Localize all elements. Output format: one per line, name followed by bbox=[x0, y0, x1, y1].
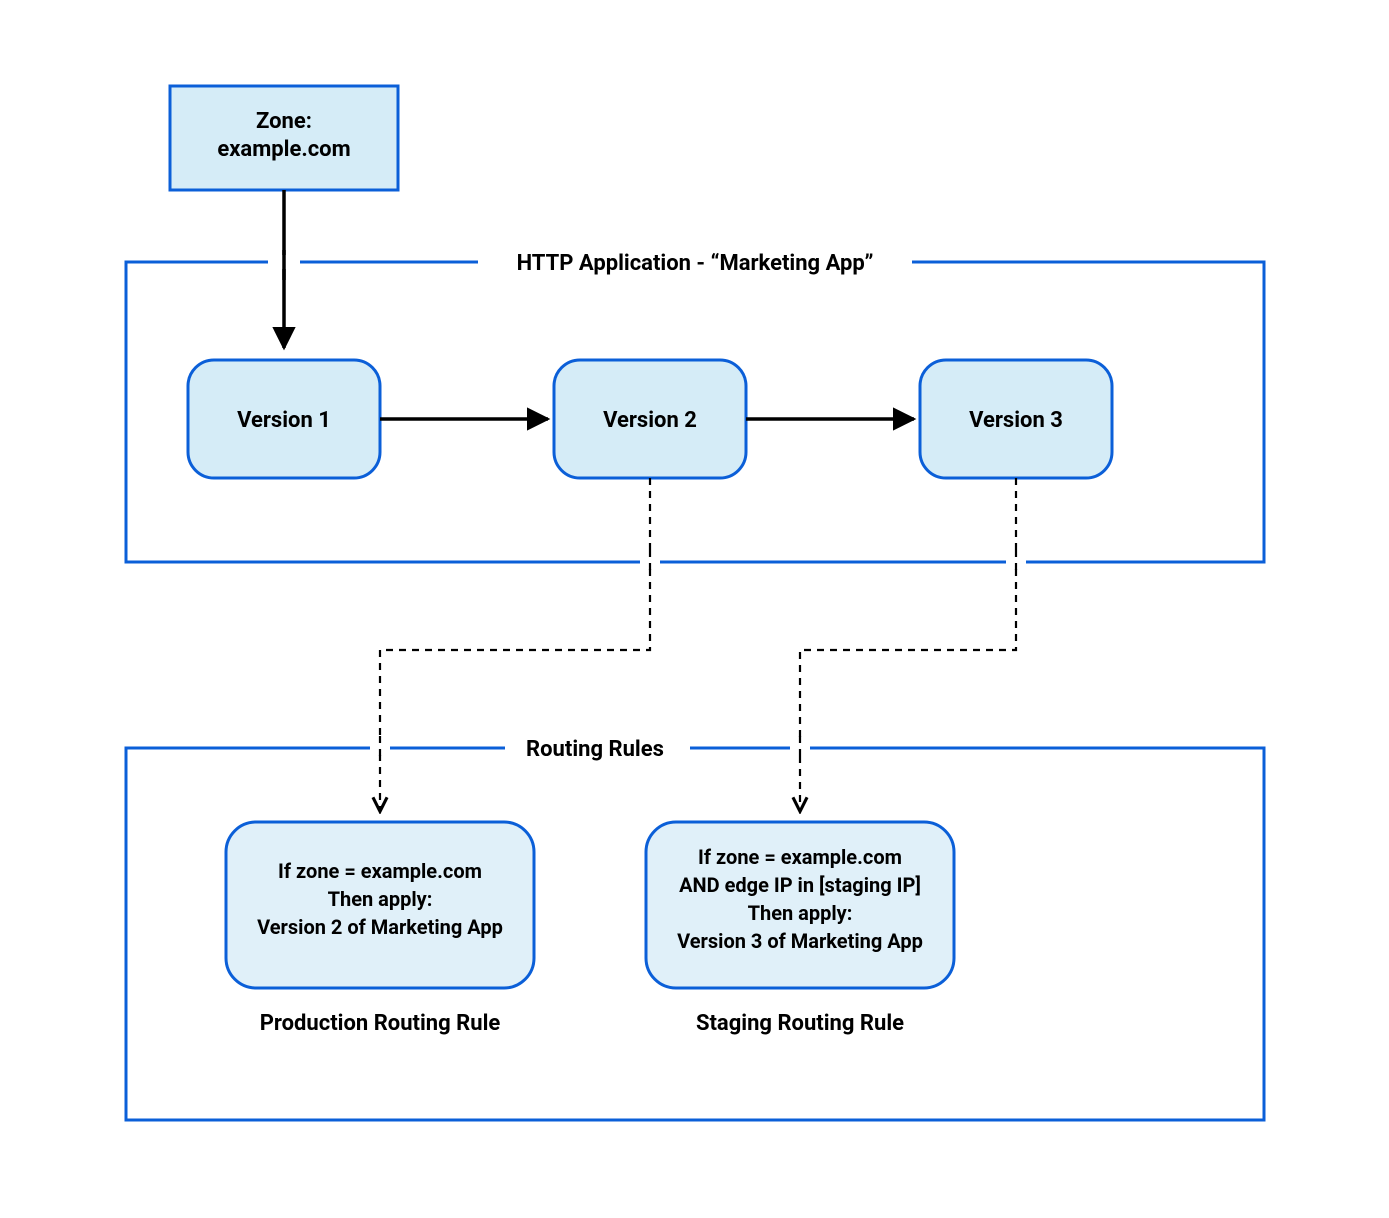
version-3-label: Version 3 bbox=[969, 408, 1063, 433]
version-1-label: Version 1 bbox=[237, 408, 331, 433]
rules-frame-title: Routing Rules bbox=[526, 737, 664, 762]
production-rule-box: If zone = example.com Then apply: Versio… bbox=[226, 822, 534, 988]
stage-rule-line4: Version 3 of Marketing App bbox=[677, 929, 923, 953]
prod-rule-line2: Then apply: bbox=[328, 887, 433, 911]
prod-rule-caption: Production Routing Rule bbox=[260, 1011, 501, 1036]
diagram-canvas: Zone: example.com HTTP Application - “Ma… bbox=[0, 0, 1389, 1218]
zone-label-line2: example.com bbox=[217, 137, 350, 162]
zone-box: Zone: example.com bbox=[170, 86, 398, 190]
zone-label-line1: Zone: bbox=[256, 109, 312, 134]
version-2-label: Version 2 bbox=[603, 408, 697, 433]
stage-rule-line2: AND edge IP in [staging IP] bbox=[679, 873, 921, 897]
dashed-v3-to-stage bbox=[800, 478, 1016, 810]
prod-rule-line1: If zone = example.com bbox=[278, 859, 482, 883]
prod-rule-line3: Version 2 of Marketing App bbox=[257, 915, 503, 939]
app-frame-title: HTTP Application - “Marketing App” bbox=[517, 251, 874, 276]
version-3-box: Version 3 bbox=[920, 360, 1112, 478]
stage-rule-line3: Then apply: bbox=[748, 901, 853, 925]
stage-rule-caption: Staging Routing Rule bbox=[696, 1011, 904, 1036]
stage-rule-line1: If zone = example.com bbox=[698, 845, 902, 869]
version-1-box: Version 1 bbox=[188, 360, 380, 478]
staging-rule-box: If zone = example.com AND edge IP in [st… bbox=[646, 822, 954, 988]
version-2-box: Version 2 bbox=[554, 360, 746, 478]
